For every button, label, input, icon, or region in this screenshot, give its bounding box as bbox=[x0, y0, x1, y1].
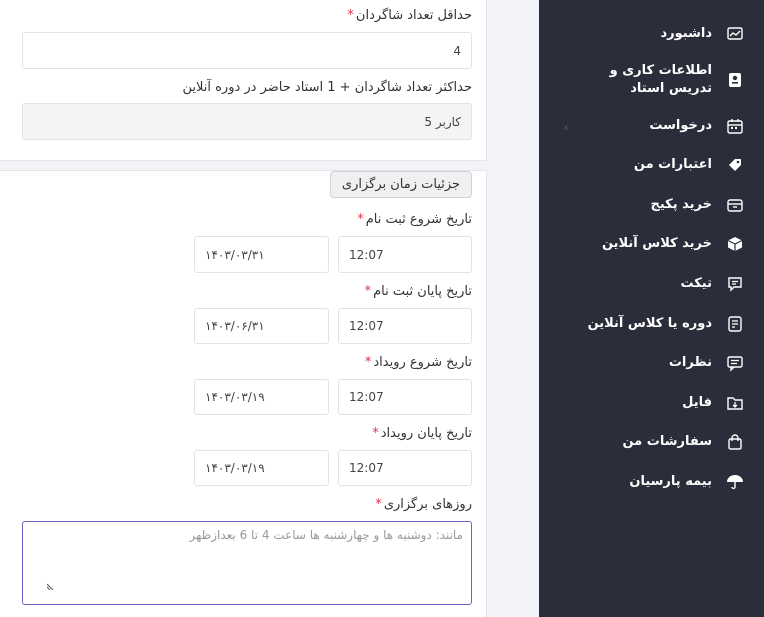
online-class-cube-icon bbox=[726, 235, 744, 253]
sidebar-item-label: داشبورد bbox=[660, 26, 712, 41]
event-start-label: تاریخ شروع رویداد* bbox=[364, 355, 472, 370]
sidebar-item-orders[interactable]: سفارشات من bbox=[559, 433, 744, 451]
comments-icon bbox=[726, 354, 744, 372]
main-content: حداقل تعداد شاگردان* 4 حداکثر تعداد شاگر… bbox=[0, 0, 512, 617]
sidebar-item-label: سفارشات من bbox=[622, 434, 712, 449]
event-start-date-input[interactable]: ۱۴۰۳/۰۳/۱۹ bbox=[194, 379, 329, 415]
sidebar-item-buy-online-class[interactable]: خرید کلاس آنلاین bbox=[559, 235, 744, 253]
sidebar-item-label: درخواست bbox=[649, 118, 712, 133]
dashboard-chart-icon bbox=[726, 25, 744, 43]
resize-handle-icon[interactable] bbox=[47, 582, 55, 590]
reg-end-label: تاریخ پایان ثبت نام* bbox=[364, 284, 472, 299]
reg-start-label: تاریخ شروع ثبت نام* bbox=[357, 212, 472, 227]
max-students-input: 5 کاربر bbox=[22, 103, 472, 140]
sidebar-item-comments[interactable]: نظرات bbox=[559, 354, 744, 372]
sidebar-item-course[interactable]: دوره یا کلاس آنلاین bbox=[559, 315, 744, 333]
event-end-label: تاریخ پایان رویداد* bbox=[372, 426, 472, 441]
umbrella-icon bbox=[726, 473, 744, 491]
sidebar-item-request[interactable]: درخواست bbox=[559, 117, 744, 135]
reg-start-date-input[interactable]: ۱۴۰۳/۰۳/۳۱ bbox=[194, 236, 329, 273]
min-students-label: حداقل تعداد شاگردان* bbox=[347, 8, 472, 23]
event-end-date-input[interactable]: ۱۴۰۳/۰۳/۱۹ bbox=[194, 450, 329, 486]
sidebar-item-teacher-info[interactable]: اطلاعات کاری و تدریس استاد bbox=[574, 62, 744, 98]
sidebar-item-label: نظرات bbox=[668, 355, 712, 370]
sidebar-item-dashboard[interactable]: داشبورد bbox=[559, 25, 744, 43]
course-sheet-icon bbox=[726, 315, 744, 333]
sidebar-item-label: اعتبارات من bbox=[633, 157, 712, 172]
sidebar-item-label: خرید کلاس آنلاین bbox=[601, 236, 712, 251]
reg-start-time-input[interactable]: 12:07 bbox=[338, 236, 472, 273]
file-folder-icon bbox=[726, 394, 744, 412]
sidebar-item-insurance[interactable]: بیمه پارسیان bbox=[559, 473, 744, 491]
request-calendar-icon bbox=[726, 117, 744, 135]
ticket-chat-icon bbox=[726, 275, 744, 293]
package-box-icon bbox=[726, 196, 744, 214]
sidebar-item-label: تیکت bbox=[680, 276, 712, 291]
sidebar-item-credits[interactable]: اعتبارات من bbox=[559, 156, 744, 174]
sidebar-item-file[interactable]: فایل bbox=[559, 394, 744, 412]
max-students-label: حداکثر تعداد شاگردان + 1 استاد حاضر در د… bbox=[182, 80, 472, 95]
teacher-id-icon bbox=[726, 71, 744, 89]
sidebar-item-ticket[interactable]: تیکت bbox=[559, 275, 744, 293]
days-placeholder: مانند: دوشنبه ها و چهارشنبه ها ساعت 4 تا… bbox=[189, 528, 464, 542]
shopping-bag-icon bbox=[726, 433, 744, 451]
event-start-time-input[interactable]: 12:07 bbox=[338, 379, 472, 415]
sidebar-item-label: خرید پکیج bbox=[650, 197, 713, 212]
min-students-input[interactable]: 4 bbox=[22, 32, 472, 69]
sidebar-item-label: دوره یا کلاس آنلاین bbox=[587, 316, 712, 331]
sidebar-item-label: بیمه پارسیان bbox=[629, 474, 712, 489]
reg-end-date-input[interactable]: ۱۴۰۳/۰۶/۳۱ bbox=[194, 308, 329, 344]
schedule-section-tab[interactable]: جزئیات زمان برگزاری bbox=[330, 171, 472, 198]
reg-end-time-input[interactable]: 12:07 bbox=[338, 308, 472, 344]
credit-tag-icon bbox=[726, 156, 744, 174]
days-label: روزهای برگزاری* bbox=[375, 497, 472, 512]
sidebar-item-label: فایل bbox=[682, 395, 712, 410]
event-end-time-input[interactable]: 12:07 bbox=[338, 450, 472, 486]
sidebar-item-buy-package[interactable]: خرید پکیج bbox=[559, 196, 744, 214]
days-textarea[interactable]: مانند: دوشنبه ها و چهارشنبه ها ساعت 4 تا… bbox=[22, 521, 472, 605]
sidebar-item-label: اطلاعات کاری و تدریس استاد bbox=[609, 63, 712, 96]
